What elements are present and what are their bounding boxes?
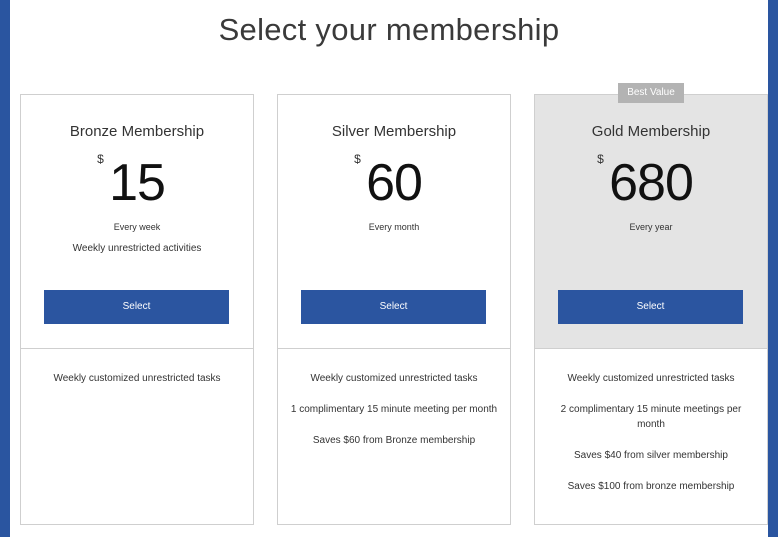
plan-card-header: Silver Membership $ 60 Every month Selec… bbox=[278, 95, 510, 349]
feature-item: Saves $60 from Bronze membership bbox=[312, 435, 476, 446]
price-amount: 680 bbox=[609, 154, 694, 212]
billing-period: Every year bbox=[629, 222, 673, 232]
feature-item: 2 complimentary 15 minute meetings per m… bbox=[560, 404, 742, 430]
plan-price: $ 60 bbox=[278, 152, 510, 213]
feature-item: Weekly customized unrestricted tasks bbox=[310, 373, 478, 384]
plan-name: Silver Membership bbox=[331, 123, 457, 140]
feature-item: Saves $40 from silver membership bbox=[574, 450, 728, 461]
plan-features: Weekly customized unrestricted tasks bbox=[21, 371, 253, 402]
plan-card-silver: Silver Membership $ 60 Every month Selec… bbox=[277, 94, 511, 525]
best-value-badge: Best Value bbox=[618, 83, 684, 103]
plan-name: Bronze Membership bbox=[69, 123, 205, 140]
currency-symbol: $ bbox=[354, 152, 361, 166]
plan-features: Weekly customized unrestricted tasks 2 c… bbox=[535, 371, 767, 510]
select-silver-button[interactable]: Select bbox=[301, 290, 486, 324]
plan-card-bronze: Bronze Membership $ 15 Every week Weekly… bbox=[20, 94, 254, 525]
select-gold-button[interactable]: Select bbox=[558, 290, 743, 324]
feature-item: 1 complimentary 15 minute meeting per mo… bbox=[290, 404, 498, 415]
plan-name: Gold Membership bbox=[591, 123, 711, 140]
membership-page: Select your membership Bronze Membership… bbox=[10, 0, 768, 537]
billing-period: Every month bbox=[368, 222, 420, 232]
billing-period: Every week bbox=[113, 222, 161, 232]
currency-symbol: $ bbox=[97, 152, 104, 166]
price-amount: 60 bbox=[366, 154, 423, 212]
plan-tagline: Weekly unrestricted activities bbox=[72, 243, 202, 254]
feature-item: Weekly customized unrestricted tasks bbox=[53, 373, 221, 384]
feature-item: Saves $100 from bronze membership bbox=[567, 481, 735, 492]
plan-card-header: Bronze Membership $ 15 Every week Weekly… bbox=[21, 95, 253, 349]
feature-item: Weekly customized unrestricted tasks bbox=[567, 373, 735, 384]
plan-price: $ 15 bbox=[21, 152, 253, 213]
select-bronze-button[interactable]: Select bbox=[44, 290, 229, 324]
currency-symbol: $ bbox=[597, 152, 604, 166]
page-title: Select your membership bbox=[218, 12, 560, 47]
price-amount: 15 bbox=[109, 154, 166, 212]
plan-card-header: Best Value Gold Membership $ 680 Every y… bbox=[535, 83, 767, 349]
plan-features: Weekly customized unrestricted tasks 1 c… bbox=[278, 371, 510, 464]
plan-card-gold: Best Value Gold Membership $ 680 Every y… bbox=[534, 83, 768, 525]
plan-price: $ 680 bbox=[535, 152, 767, 213]
